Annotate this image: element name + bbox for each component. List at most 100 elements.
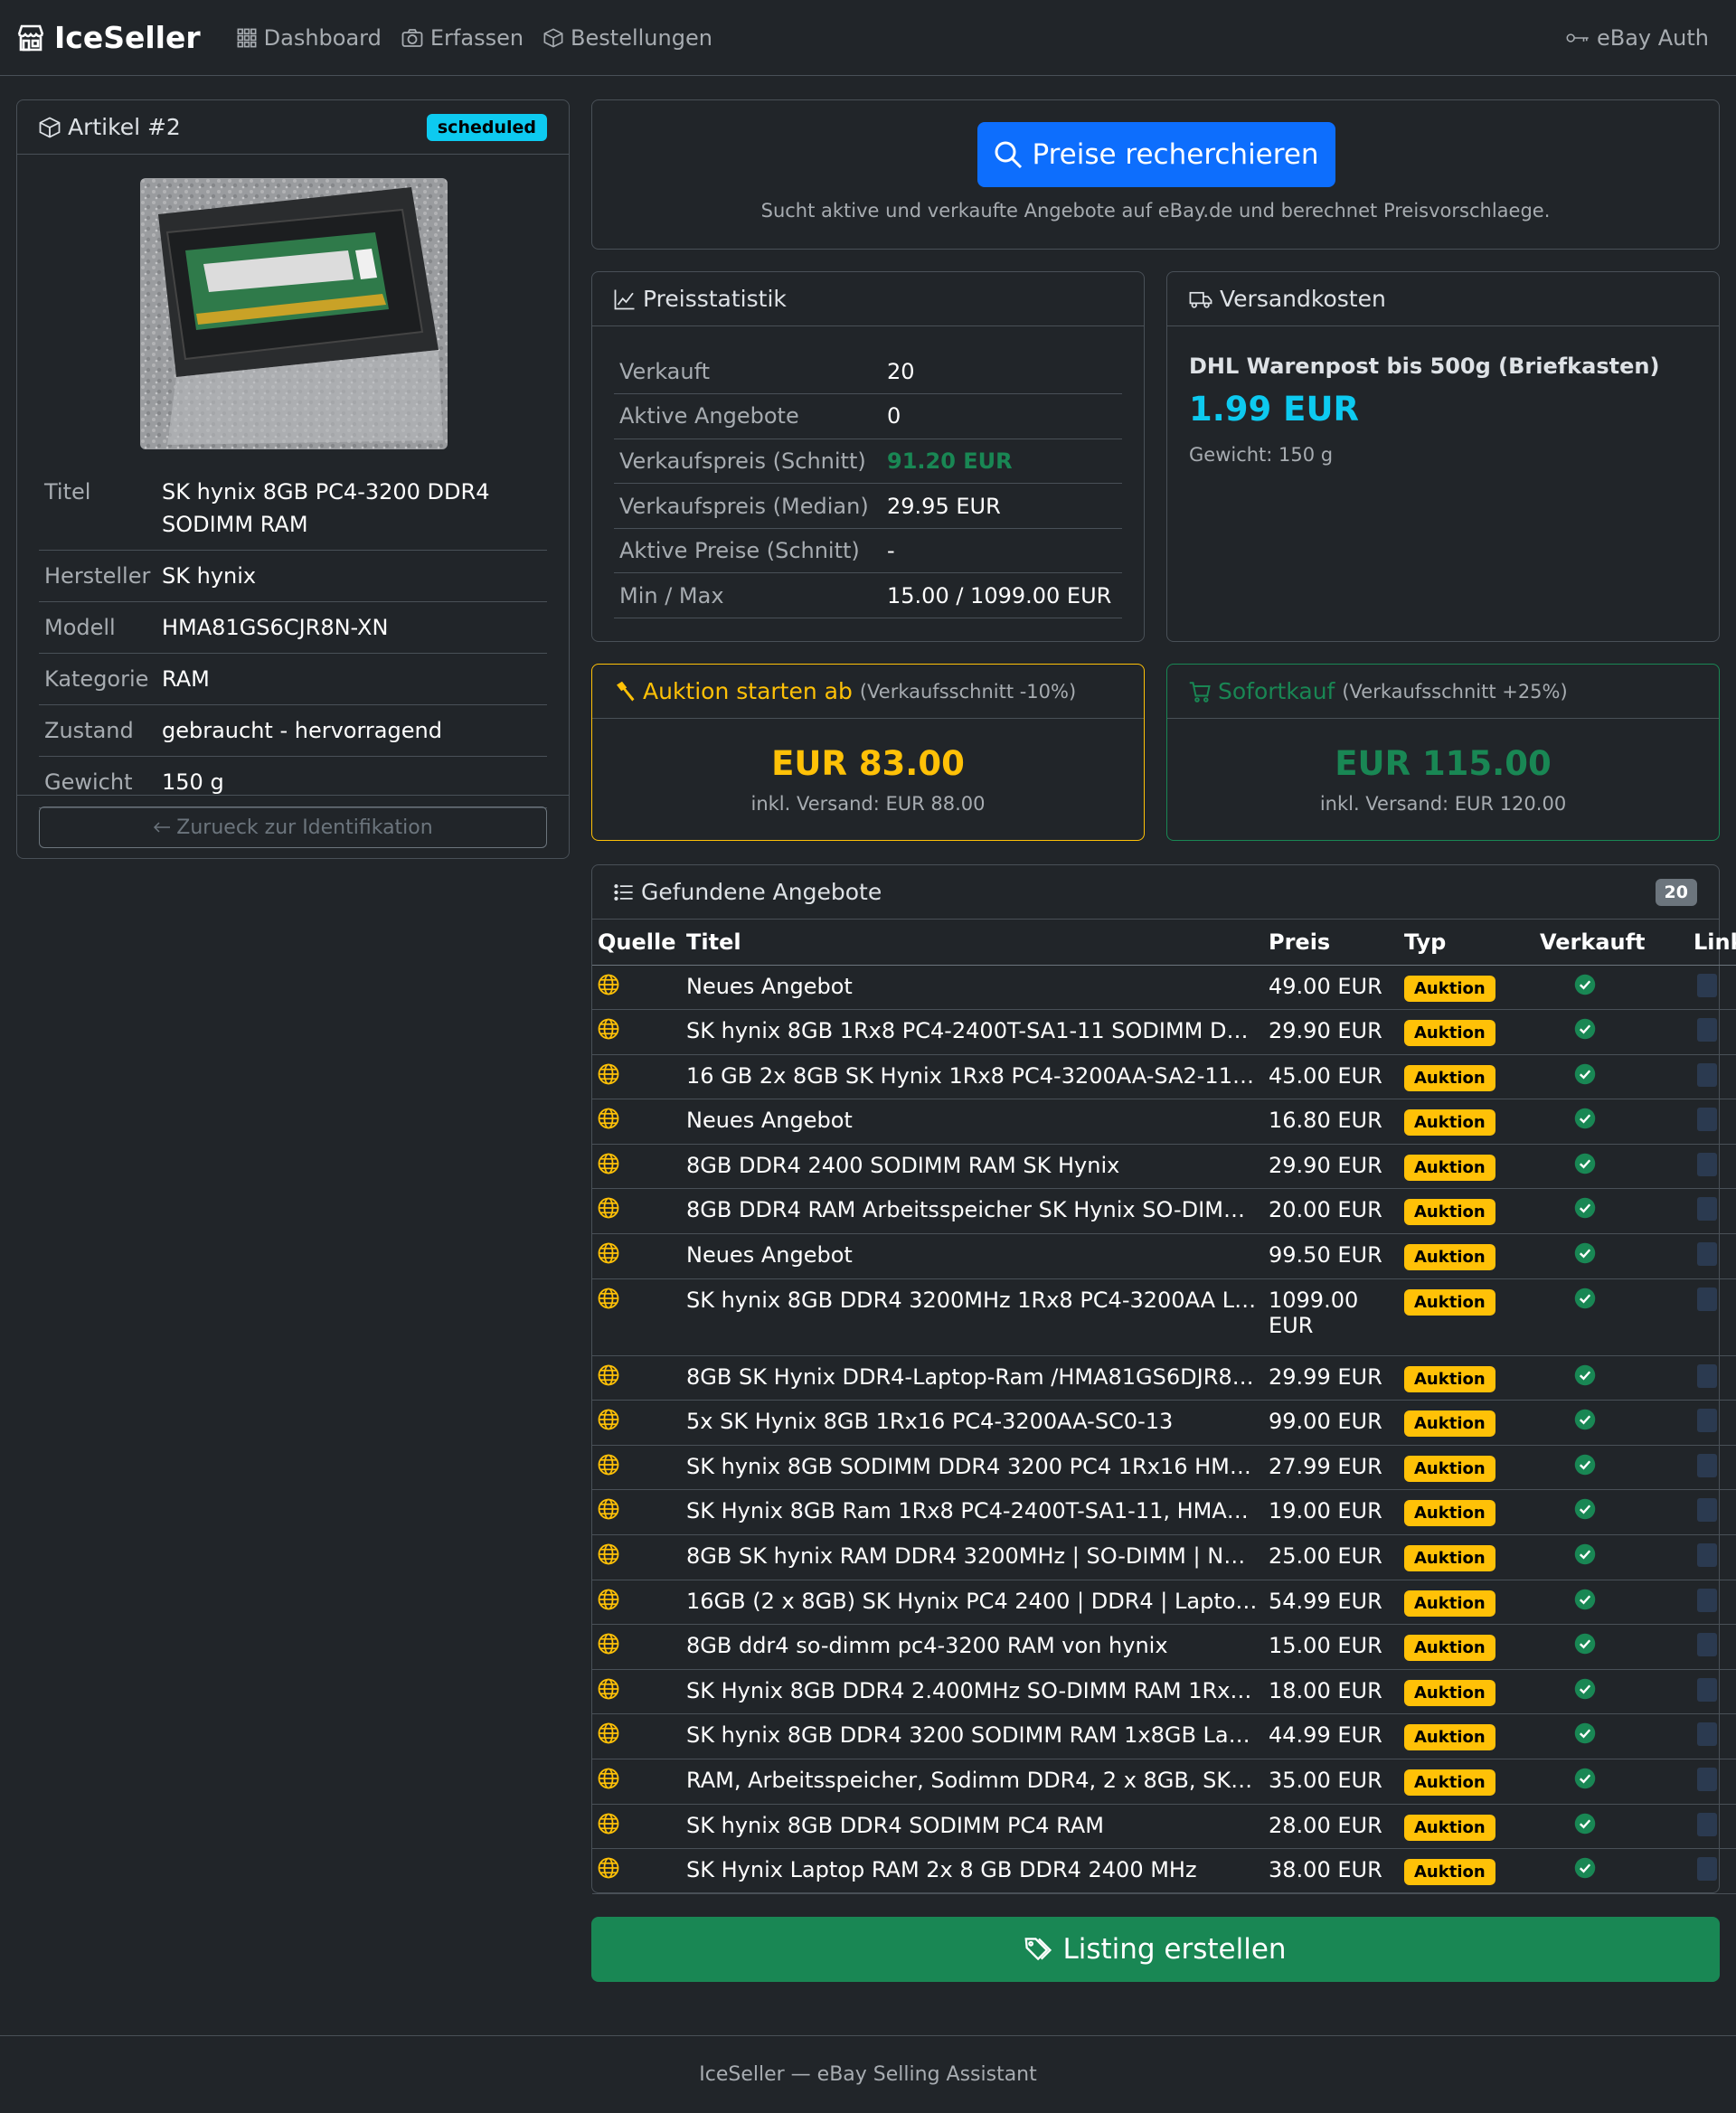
stats-key: Verkaufspreis (Schnitt) [614,439,882,485]
external-link-icon[interactable] [1697,1108,1717,1132]
stats-value: 91.20 EUR [882,439,1122,485]
offer-row: SK Hynix Laptop RAM 2x 8 GB DDR4 2400 MH… [592,1848,1736,1894]
shipping-title: Versandkosten [1220,286,1386,312]
offer-row: Neues Angebot 16.80 EUR Auktion [592,1099,1736,1145]
external-link-icon[interactable] [1697,1543,1717,1568]
external-link-icon[interactable] [1697,1768,1717,1791]
list-icon [614,883,633,901]
shipping-price: 1.99 EUR [1189,390,1359,429]
offer-row: 8GB DDR4 RAM Arbeitsspeicher SK Hynix SO… [592,1188,1736,1235]
external-link-icon[interactable] [1697,1062,1717,1087]
shipping-weight: Gewicht: 150 g [1189,444,1334,466]
shipping-header: Versandkosten [1167,272,1719,326]
offer-link[interactable] [1688,1355,1736,1401]
offer-link[interactable] [1688,1669,1736,1715]
truck-icon [1189,291,1212,308]
offer-title: Neues Angebot [681,1099,1263,1145]
check-circle-icon [1574,1288,1596,1308]
offer-type: Auktion [1399,1534,1534,1580]
price-stats-card: Preisstatistik Verkauft 20 Aktive Angebot… [591,271,1145,642]
offer-source [592,1669,681,1715]
brand[interactable]: IceSeller [16,20,201,55]
offer-link[interactable] [1688,1489,1736,1536]
external-link-icon[interactable] [1697,1287,1717,1311]
nav-bestellungen-label: Bestellungen [571,24,712,51]
stats-row: Min / Max 15.00 / 1099.00 EUR [614,572,1122,619]
stats-key: Verkaufspreis (Median) [614,483,882,529]
external-link-icon[interactable] [1697,1363,1717,1388]
offer-link[interactable] [1688,1400,1736,1446]
nav-bestellungen[interactable]: Bestellungen [543,25,712,51]
offer-source [592,1489,681,1536]
offer-link[interactable] [1688,1713,1736,1759]
external-link-icon[interactable] [1697,973,1717,997]
offer-link[interactable] [1688,1445,1736,1491]
external-link-icon[interactable] [1697,1409,1717,1433]
offer-type-badge: Auktion [1404,1455,1495,1482]
globe-icon [598,1499,619,1520]
globe-icon [598,1364,619,1386]
offer-sold [1534,1489,1688,1536]
offer-link[interactable] [1688,1099,1736,1145]
external-link-icon[interactable] [1697,1633,1717,1657]
external-link-icon[interactable] [1697,1588,1717,1612]
external-link-icon[interactable] [1697,1197,1717,1222]
offer-link[interactable] [1688,1188,1736,1235]
column-header-link: Link [1688,920,1736,966]
shop-icon [17,24,44,51]
external-link-icon[interactable] [1697,1498,1717,1523]
external-link-icon[interactable] [1697,1722,1717,1747]
offer-source [592,1580,681,1626]
offer-link[interactable] [1688,965,1736,1011]
nav-dashboard[interactable]: Dashboard [237,25,382,51]
offer-sold [1534,1445,1688,1491]
offers-header-row: Quelle Titel Preis Typ Verkauft Link [592,920,1736,966]
external-link-icon[interactable] [1697,1857,1717,1882]
offer-price: 29.90 EUR [1263,1009,1399,1055]
external-link-icon[interactable] [1697,1152,1717,1176]
offer-link[interactable] [1688,1278,1736,1356]
offer-source [592,1624,681,1670]
external-link-icon[interactable] [1697,1242,1717,1267]
external-link-icon[interactable] [1697,1018,1717,1042]
research-prices-button[interactable]: Preise recherchieren [977,122,1335,187]
offer-type-badge: Auktion [1404,1288,1495,1316]
offer-link[interactable] [1688,1848,1736,1894]
offer-sold [1534,1278,1688,1356]
offer-type: Auktion [1399,1669,1534,1715]
nav-ebay-auth[interactable]: eBay Auth [1566,25,1709,51]
offer-link[interactable] [1688,1804,1736,1850]
create-listing-button[interactable]: Listing erstellen [591,1917,1720,1982]
offer-link[interactable] [1688,1144,1736,1190]
nav-ebay-auth-label: eBay Auth [1596,24,1709,51]
offers-header: Gefundene Angebote 20 [592,865,1719,920]
offer-link[interactable] [1688,1233,1736,1279]
offer-price: 28.00 EUR [1263,1804,1399,1850]
camera-icon [401,28,423,47]
offer-type: Auktion [1399,1713,1534,1759]
offers-title: Gefundene Angebote [641,879,882,905]
offer-title: 5x SK Hynix 8GB 1Rx16 PC4-3200AA-SC0-13 [681,1400,1263,1446]
product-image[interactable] [140,178,448,449]
offer-link[interactable] [1688,1624,1736,1670]
offer-source [592,1188,681,1235]
grid-icon [237,28,257,47]
back-to-identification-button[interactable]: Zurueck zur Identifikation [39,807,547,848]
offer-link[interactable] [1688,1009,1736,1055]
external-link-icon[interactable] [1697,1812,1717,1836]
offer-link[interactable] [1688,1759,1736,1805]
nav-erfassen[interactable]: Erfassen [401,25,524,51]
offer-link[interactable] [1688,1054,1736,1100]
offer-source [592,1759,681,1805]
stats-row: Verkaufspreis (Schnitt) 91.20 EUR [614,439,1122,485]
offer-link[interactable] [1688,1534,1736,1580]
offer-source [592,1355,681,1401]
external-link-icon[interactable] [1697,1677,1717,1702]
offer-row: SK hynix 8GB 1Rx8 PC4-2400T-SA1-11 SODIM… [592,1009,1736,1055]
offer-sold [1534,1848,1688,1894]
detail-key: Hersteller [39,550,156,602]
offer-type: Auktion [1399,1054,1534,1100]
external-link-icon[interactable] [1697,1453,1717,1477]
offer-type-badge: Auktion [1404,1109,1495,1137]
offer-link[interactable] [1688,1580,1736,1626]
